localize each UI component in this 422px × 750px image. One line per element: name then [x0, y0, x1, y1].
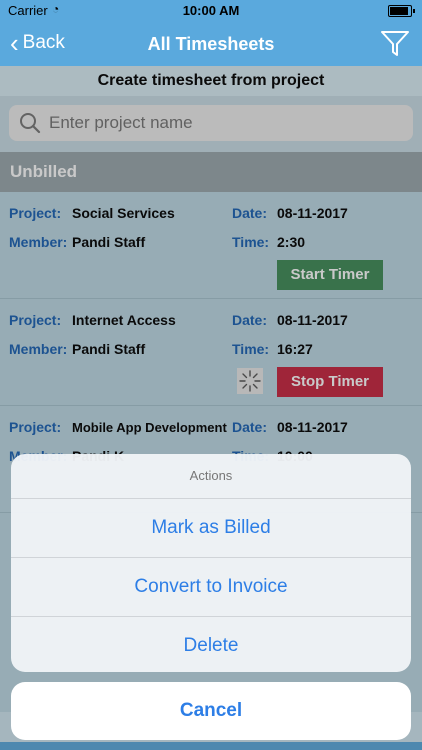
page-title: All Timesheets — [147, 34, 275, 54]
nav-bar: ‹ Back All Timesheets — [0, 22, 422, 66]
mark-as-billed-button[interactable]: Mark as Billed — [11, 499, 411, 558]
action-sheet-title: Actions — [11, 454, 411, 499]
delete-button[interactable]: Delete — [11, 617, 411, 672]
filter-icon[interactable] — [380, 28, 410, 58]
convert-to-invoice-button[interactable]: Convert to Invoice — [11, 558, 411, 617]
action-sheet: Actions Mark as Billed Convert to Invoic… — [11, 454, 411, 672]
status-time: 10:00 AM — [182, 3, 240, 18]
battery-icon — [388, 5, 415, 17]
status-bar: Carrier ◔ 10:00 AM — [0, 0, 422, 22]
cancel-button[interactable]: Cancel — [11, 682, 411, 740]
